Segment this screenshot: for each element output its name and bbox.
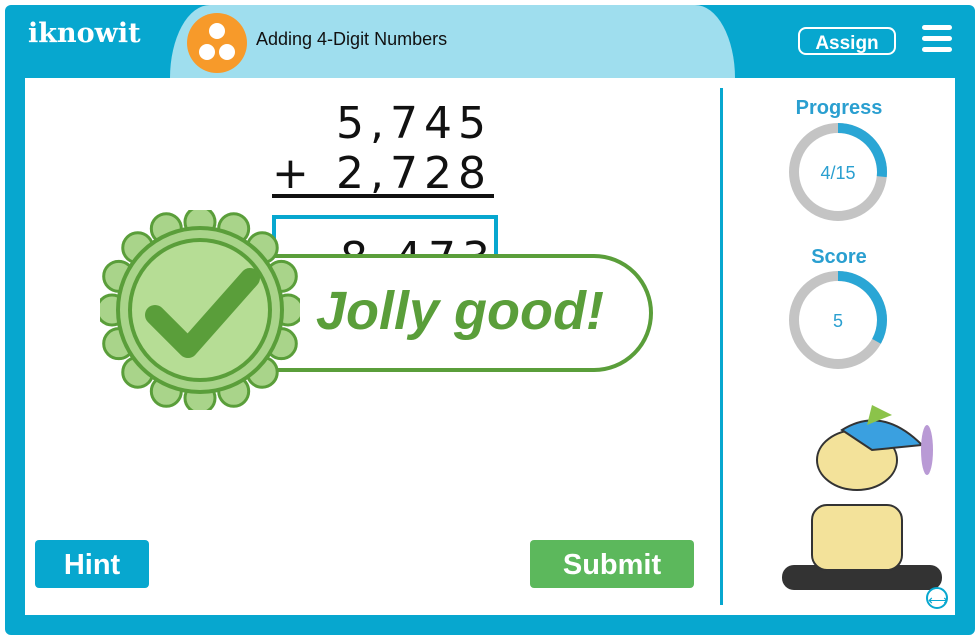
score-text: 5	[833, 311, 843, 331]
expand-icon[interactable]: ⟷	[926, 587, 948, 609]
divider	[720, 88, 723, 605]
score-ring: 5	[789, 271, 887, 369]
assign-button[interactable]: Assign	[798, 27, 896, 55]
addend-1: 5,745	[336, 98, 492, 149]
operator: +	[272, 148, 315, 199]
hamburger-icon[interactable]	[922, 25, 952, 53]
feedback-banner: Jolly good!	[250, 254, 653, 372]
three-circles-icon	[187, 13, 247, 73]
title-bar	[170, 5, 735, 78]
page-title: Adding 4-Digit Numbers	[256, 29, 448, 49]
progress-text: 4/15	[820, 163, 855, 183]
addend-2: 2,728	[336, 148, 492, 199]
checkmark-badge-icon	[100, 210, 300, 410]
submit-button[interactable]: Submit	[530, 540, 694, 588]
sum-line	[272, 194, 494, 198]
robot-mascot-icon	[782, 405, 942, 590]
progress-label: Progress	[795, 97, 883, 119]
hint-button[interactable]: Hint	[35, 540, 149, 588]
progress-ring: 4/15	[789, 123, 887, 221]
logo: iknowit	[28, 18, 141, 49]
feedback-message: Jolly good!	[316, 281, 604, 341]
score-label: Score	[811, 246, 867, 268]
